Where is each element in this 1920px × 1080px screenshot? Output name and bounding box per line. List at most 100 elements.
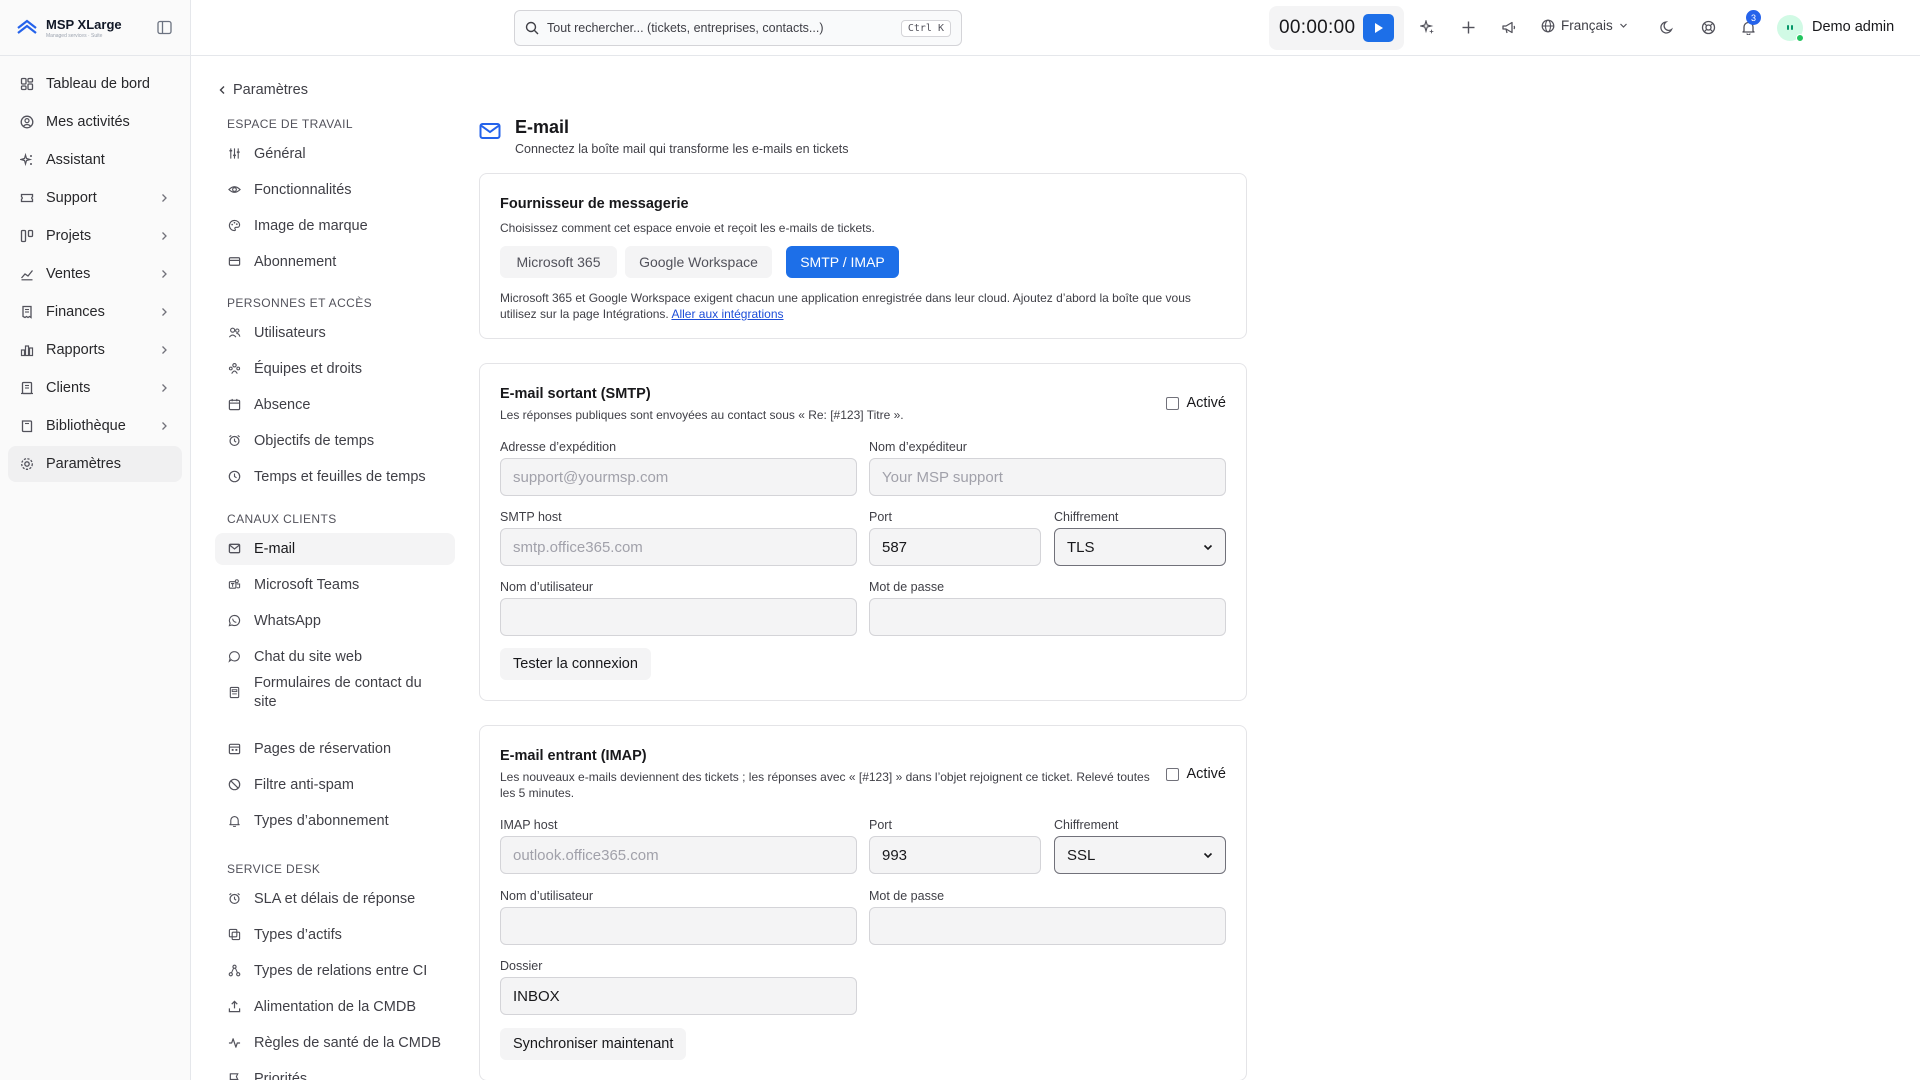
settings-item-label: Types de relations entre CI <box>254 962 428 979</box>
settings-item-absence[interactable]: Absence <box>215 389 455 421</box>
smtp-host-input[interactable] <box>500 528 857 566</box>
back-to-settings[interactable]: Paramètres <box>218 82 308 98</box>
settings-item-filtre-anti-spam[interactable]: Filtre anti-spam <box>215 769 455 801</box>
settings-item-chat-du-site-web[interactable]: Chat du site web <box>215 641 455 673</box>
search-placeholder: Tout rechercher... (tickets, entreprises… <box>547 21 824 35</box>
global-search[interactable]: Tout rechercher... (tickets, entreprises… <box>514 10 962 46</box>
nav-item-ventes[interactable]: Ventes <box>8 256 182 292</box>
time-tracker: 00:00:00 <box>1269 6 1404 50</box>
smtp-port-input[interactable] <box>869 528 1041 566</box>
nav-item-support[interactable]: Support <box>8 180 182 216</box>
imap-enabled-toggle[interactable]: Activé <box>1165 766 1226 782</box>
settings-item-fonctionnalites[interactable]: Fonctionnalités <box>215 174 455 206</box>
smtp-description: Les réponses publiques sont envoyées au … <box>500 408 904 422</box>
settings-item-types-d-actifs[interactable]: Types d’actifs <box>215 919 455 951</box>
smtp-enabled-checkbox[interactable] <box>1165 396 1179 410</box>
nav-item-rapports[interactable]: Rapports <box>8 332 182 368</box>
settings-item-types-de-relations-entre-ci[interactable]: Types de relations entre CI <box>215 949 455 993</box>
settings-item-pages-de-reservation[interactable]: Pages de réservation <box>215 733 455 765</box>
settings-item-microsoft-teams[interactable]: Microsoft Teams <box>215 569 455 601</box>
bell-ring-icon <box>228 814 242 828</box>
nav-item-parametres[interactable]: Paramètres <box>8 446 182 482</box>
settings-item-utilisateurs[interactable]: Utilisateurs <box>215 317 455 349</box>
nav-item-mes-activites[interactable]: Mes activités <box>8 104 182 140</box>
receipt-icon <box>20 305 34 319</box>
settings-item-equipes-et-droits[interactable]: Équipes et droits <box>215 353 455 385</box>
imap-username-input[interactable] <box>500 907 857 945</box>
nav-item-projets[interactable]: Projets <box>8 218 182 254</box>
language-selector[interactable]: Français <box>1541 18 1628 33</box>
settings-item-label: Image de marque <box>254 218 368 234</box>
imap-port-input[interactable] <box>869 836 1041 874</box>
avatar[interactable] <box>1777 15 1804 42</box>
sync-now-button[interactable]: Synchroniser maintenant <box>500 1028 687 1060</box>
imap-host-input[interactable] <box>500 836 857 874</box>
timer-display: 00:00:00 <box>1279 17 1356 38</box>
sidebar-toggle-icon[interactable] <box>157 20 172 35</box>
imap-folder-label: Dossier <box>500 959 543 973</box>
settings-item-abonnement[interactable]: Abonnement <box>215 246 455 278</box>
provider-option-smtp-imap[interactable]: SMTP / IMAP <box>786 246 899 278</box>
nav-item-finances[interactable]: Finances <box>8 294 182 330</box>
provider-option-google-workspace[interactable]: Google Workspace <box>625 246 772 278</box>
chevron-down-icon <box>1203 544 1213 551</box>
chevron-down-icon <box>1619 23 1627 28</box>
settings-item-sla-et-delais-de-reponse[interactable]: SLA et délais de réponse <box>215 883 455 915</box>
megaphone-icon[interactable] <box>1501 20 1516 35</box>
settings-item-regles-de-sante-de-la-cmdb[interactable]: Règles de santé de la CMDB <box>215 1027 455 1059</box>
settings-item-image-de-marque[interactable]: Image de marque <box>215 210 455 242</box>
imap-enabled-checkbox[interactable] <box>1165 767 1179 781</box>
smtp-encryption-select[interactable]: TLS <box>1054 528 1226 566</box>
from-name-input[interactable] <box>869 458 1226 496</box>
smtp-host-label: SMTP host <box>500 510 562 524</box>
settings-item-label: Types d’actifs <box>254 927 342 943</box>
settings-item-whatsapp[interactable]: WhatsApp <box>215 605 455 637</box>
search-shortcut: Ctrl K <box>900 19 951 37</box>
test-connection-button[interactable]: Tester la connexion <box>500 648 651 680</box>
chevron-right-icon <box>160 383 168 393</box>
imap-encryption-select[interactable]: SSL <box>1054 836 1226 874</box>
nav-item-clients[interactable]: Clients <box>8 370 182 406</box>
settings-item-objectifs-de-temps[interactable]: Objectifs de temps <box>215 425 455 457</box>
provider-title: Fournisseur de messagerie <box>500 196 689 212</box>
play-button[interactable] <box>1363 14 1394 42</box>
settings-item-label: Pages de réservation <box>254 741 392 757</box>
moon-icon[interactable] <box>1660 20 1675 35</box>
app-logo[interactable]: MSP XLarge Managed services · Suite <box>0 0 190 56</box>
smtp-enabled-toggle[interactable]: Activé <box>1165 395 1226 411</box>
smtp-password-input[interactable] <box>869 598 1226 636</box>
nav-item-assistant[interactable]: Assistant <box>8 142 182 178</box>
provider-option-microsoft-365[interactable]: Microsoft 365 <box>500 246 617 278</box>
chevron-right-icon <box>160 193 168 203</box>
eye-icon <box>228 183 242 197</box>
settings-item-label: Absence <box>254 397 311 413</box>
smtp-password-label: Mot de passe <box>869 580 945 594</box>
settings-item-types-d-abonnement[interactable]: Types d’abonnement <box>215 805 455 837</box>
user-name[interactable]: Demo admin <box>1812 19 1894 35</box>
settings-item-formulaires-de-contact-du-site[interactable]: Formulaires de contact du site <box>215 671 455 715</box>
chevron-down-icon <box>1203 852 1213 859</box>
nav-item-bibliotheque[interactable]: Bibliothèque <box>8 408 182 444</box>
integrations-link[interactable]: Aller aux intégrations <box>671 307 783 321</box>
relations-icon <box>228 964 242 978</box>
pulse-icon <box>228 1036 242 1050</box>
imap-folder-input[interactable] <box>500 977 857 1015</box>
imap-password-input[interactable] <box>869 907 1226 945</box>
page-title: E-mail <box>515 117 570 137</box>
flag-icon <box>228 1072 242 1080</box>
spam-filter-icon <box>228 778 242 792</box>
settings-item-e-mail[interactable]: E-mail <box>215 533 455 565</box>
from-address-input[interactable] <box>500 458 857 496</box>
ai-sparkle-icon[interactable] <box>1420 20 1435 35</box>
smtp-encryption-label: Chiffrement <box>1054 510 1119 524</box>
settings-item-general[interactable]: Général <box>215 138 455 170</box>
settings-item-alimentation-de-la-cmdb[interactable]: Alimentation de la CMDB <box>215 991 455 1023</box>
nav-item-label: Ventes <box>46 266 91 282</box>
nav-item-tableau-de-bord[interactable]: Tableau de bord <box>8 66 182 102</box>
settings-item-priorites[interactable]: Priorités <box>215 1063 455 1080</box>
plus-icon[interactable] <box>1461 20 1476 35</box>
provider-card: Fournisseur de messagerie Choisissez com… <box>479 173 1247 339</box>
help-lifebuoy-icon[interactable] <box>1701 20 1716 35</box>
smtp-username-input[interactable] <box>500 598 857 636</box>
settings-item-temps-et-feuilles-de-temps[interactable]: Temps et feuilles de temps <box>215 461 455 493</box>
